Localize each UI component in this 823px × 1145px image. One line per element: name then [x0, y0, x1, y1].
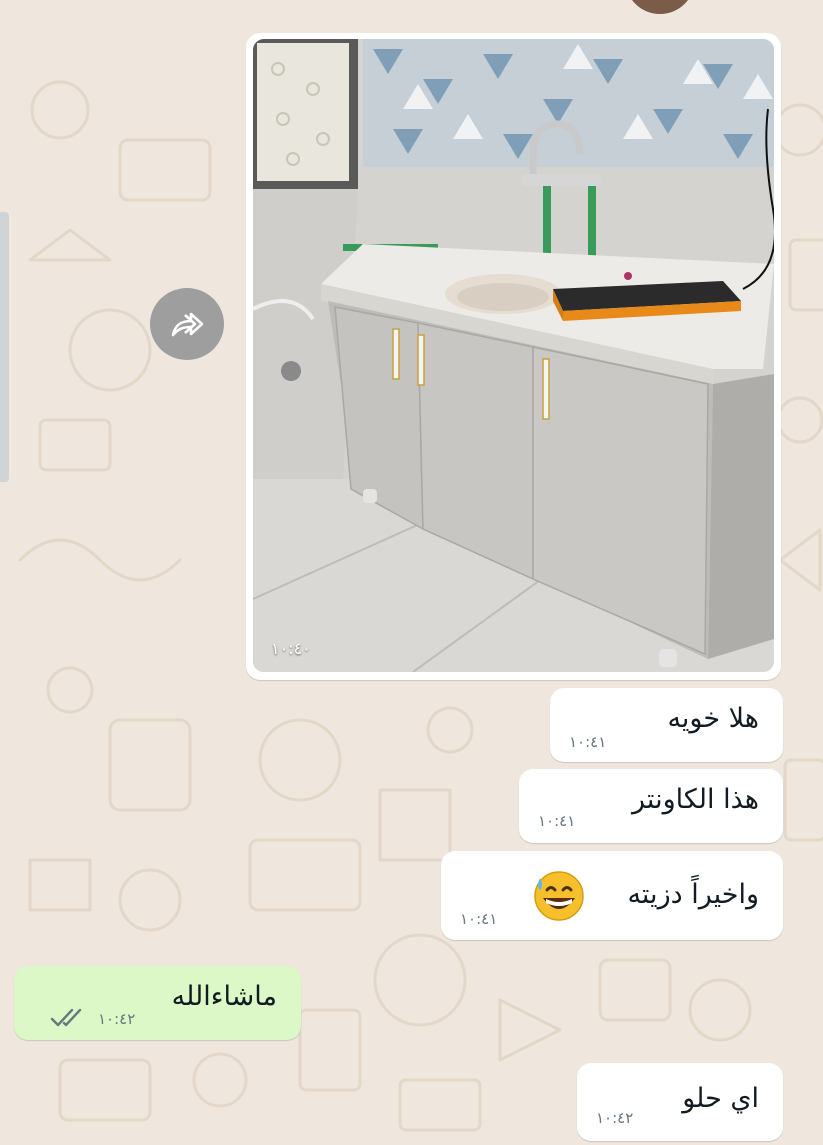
outgoing-message[interactable]: ماشاءالله ١٠:٤٢ — [14, 966, 301, 1040]
message-time: ١٠:٤١ — [538, 812, 576, 830]
message-text: اي حلو — [682, 1083, 759, 1114]
message-time: ١٠:٤٢ — [596, 1109, 634, 1127]
scroll-edge — [0, 212, 9, 482]
message-text: ماشاءالله — [171, 981, 277, 1012]
double-check-icon — [50, 1008, 82, 1027]
incoming-message[interactable]: هذا الكاونتر ١٠:٤١ — [519, 769, 783, 843]
message-time: ١٠:٤١ — [569, 733, 607, 751]
message-text: هلا خويه — [667, 703, 759, 734]
forward-button[interactable] — [150, 288, 224, 360]
image-timestamp: ١٠:٤٠ — [271, 639, 311, 658]
incoming-message[interactable]: واخيراً دزيته ١٠:٤١ — [441, 851, 783, 940]
message-time: ١٠:٤١ — [460, 910, 498, 928]
message-text: واخيراً دزيته — [627, 879, 759, 910]
incoming-message[interactable]: هلا خويه ١٠:٤١ — [550, 688, 783, 762]
message-time: ١٠:٤٢ — [98, 1010, 136, 1028]
message-text: هذا الكاونتر — [632, 784, 759, 815]
image-message[interactable]: ١٠:٤٠ — [246, 33, 781, 680]
grinning-face-with-sweat-emoji — [534, 871, 584, 921]
incoming-message[interactable]: اي حلو ١٠:٤٢ — [577, 1063, 783, 1141]
kitchen-counter-photo[interactable]: ١٠:٤٠ — [253, 39, 774, 672]
forward-icon — [171, 312, 204, 337]
